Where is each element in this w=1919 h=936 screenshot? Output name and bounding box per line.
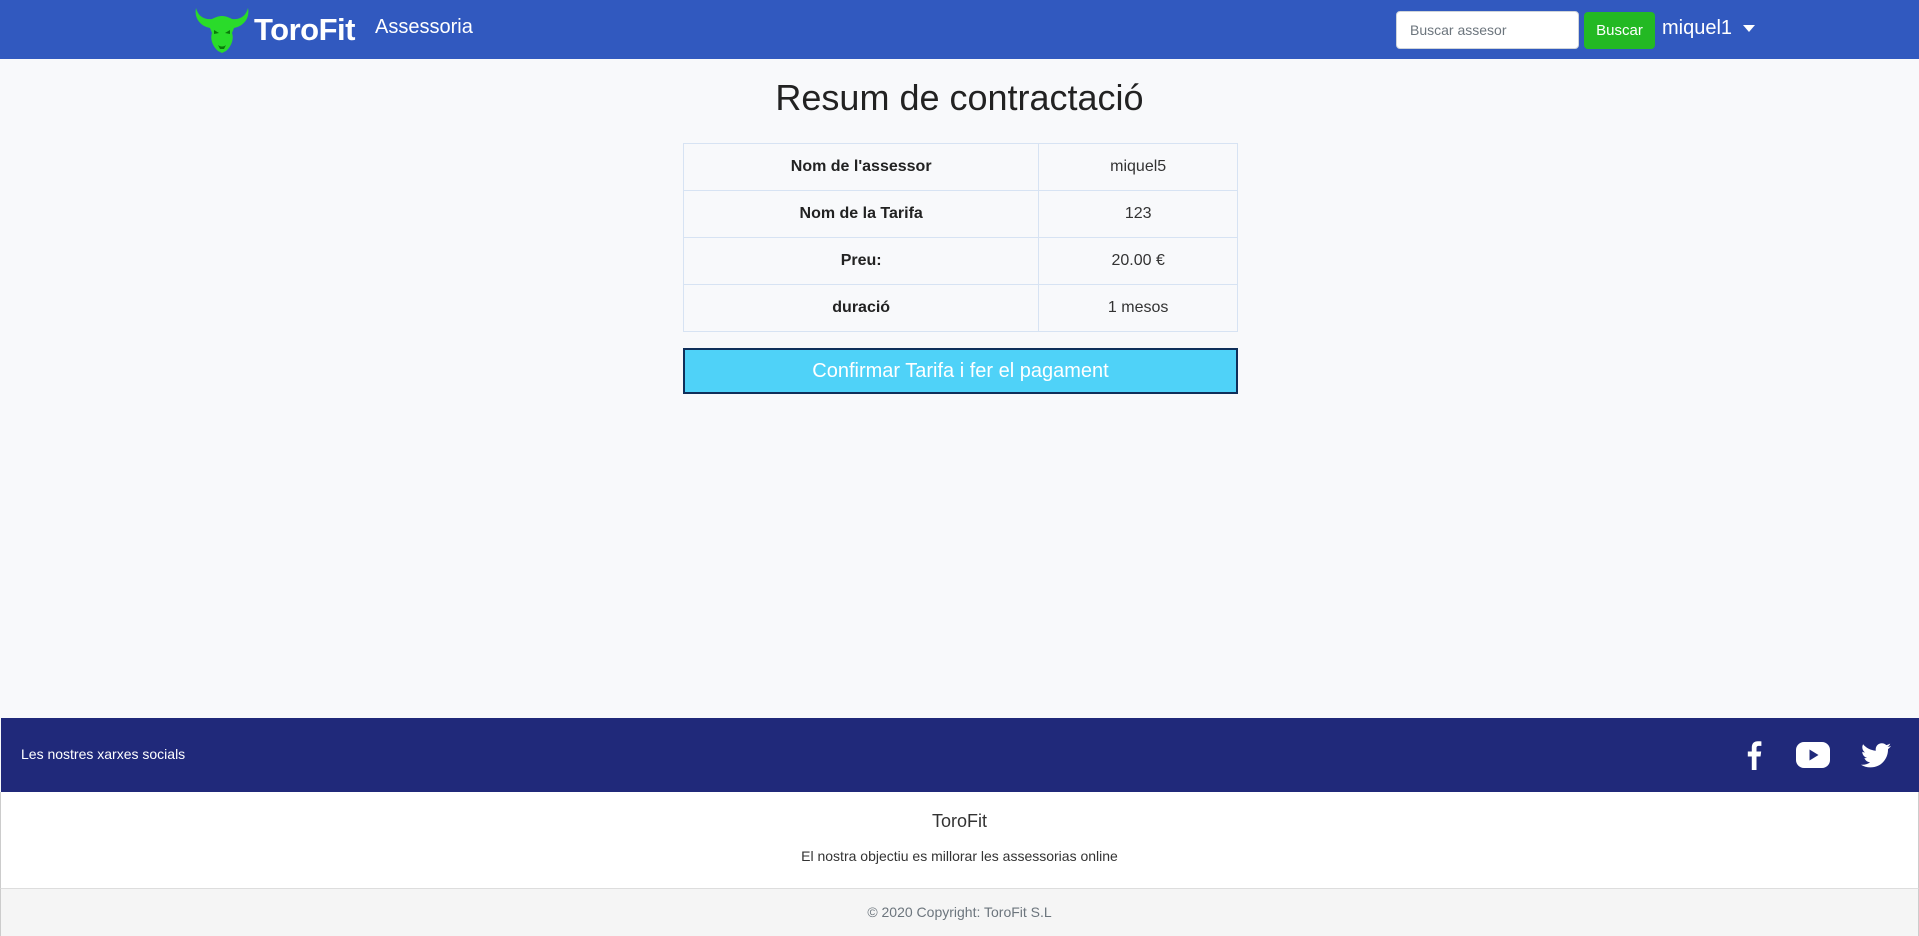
search-button[interactable]: Buscar	[1584, 12, 1655, 49]
footer-info: ToroFit El nostra objectiu es millorar l…	[0, 792, 1919, 889]
youtube-icon[interactable]	[1796, 742, 1830, 773]
row-value: miquel5	[1038, 143, 1238, 191]
footer-social-bar: Les nostres xarxes socials	[1, 718, 1919, 792]
footer-tagline: El nostra objectiu es millorar les asses…	[801, 848, 1118, 864]
row-label: duració	[682, 284, 1040, 332]
table-row: Nom de la Tarifa 123	[682, 190, 1238, 238]
row-value: 1 mesos	[1038, 284, 1238, 332]
social-heading: Les nostres xarxes socials	[21, 746, 186, 762]
brand-name: ToroFit	[254, 12, 355, 47]
table-row: duració 1 mesos	[682, 284, 1238, 332]
confirm-payment-button[interactable]: Confirmar Tarifa i fer el pagament	[683, 348, 1238, 394]
username-label: miquel1	[1662, 17, 1733, 39]
top-navbar: ToroFit Assessoria Buscar miquel1	[0, 0, 1919, 59]
summary-table: Nom de l'assessor miquel5 Nom de la Tari…	[682, 143, 1238, 332]
row-label: Nom de l'assessor	[682, 143, 1040, 191]
bull-icon	[195, 8, 249, 53]
row-value: 123	[1038, 190, 1238, 238]
caret-down-icon	[1743, 25, 1756, 32]
table-row: Preu: 20.00 €	[682, 237, 1238, 285]
twitter-icon[interactable]	[1861, 743, 1891, 773]
search-input[interactable]	[1396, 11, 1579, 49]
nav-link-assessoria[interactable]: Assessoria	[375, 16, 473, 39]
row-label: Nom de la Tarifa	[682, 190, 1040, 238]
copyright-text: © 2020 Copyright: ToroFit S.L	[0, 889, 1919, 936]
footer-brand: ToroFit	[931, 811, 987, 831]
user-menu-dropdown[interactable]: miquel1	[1662, 17, 1756, 40]
brand-link[interactable]: ToroFit	[192, 6, 355, 54]
table-row: Nom de l'assessor miquel5	[682, 143, 1238, 191]
row-value: 20.00 €	[1038, 237, 1238, 285]
row-label: Preu:	[682, 237, 1040, 285]
page-title: Resum de contractació	[775, 77, 1144, 118]
facebook-icon[interactable]	[1746, 740, 1762, 775]
